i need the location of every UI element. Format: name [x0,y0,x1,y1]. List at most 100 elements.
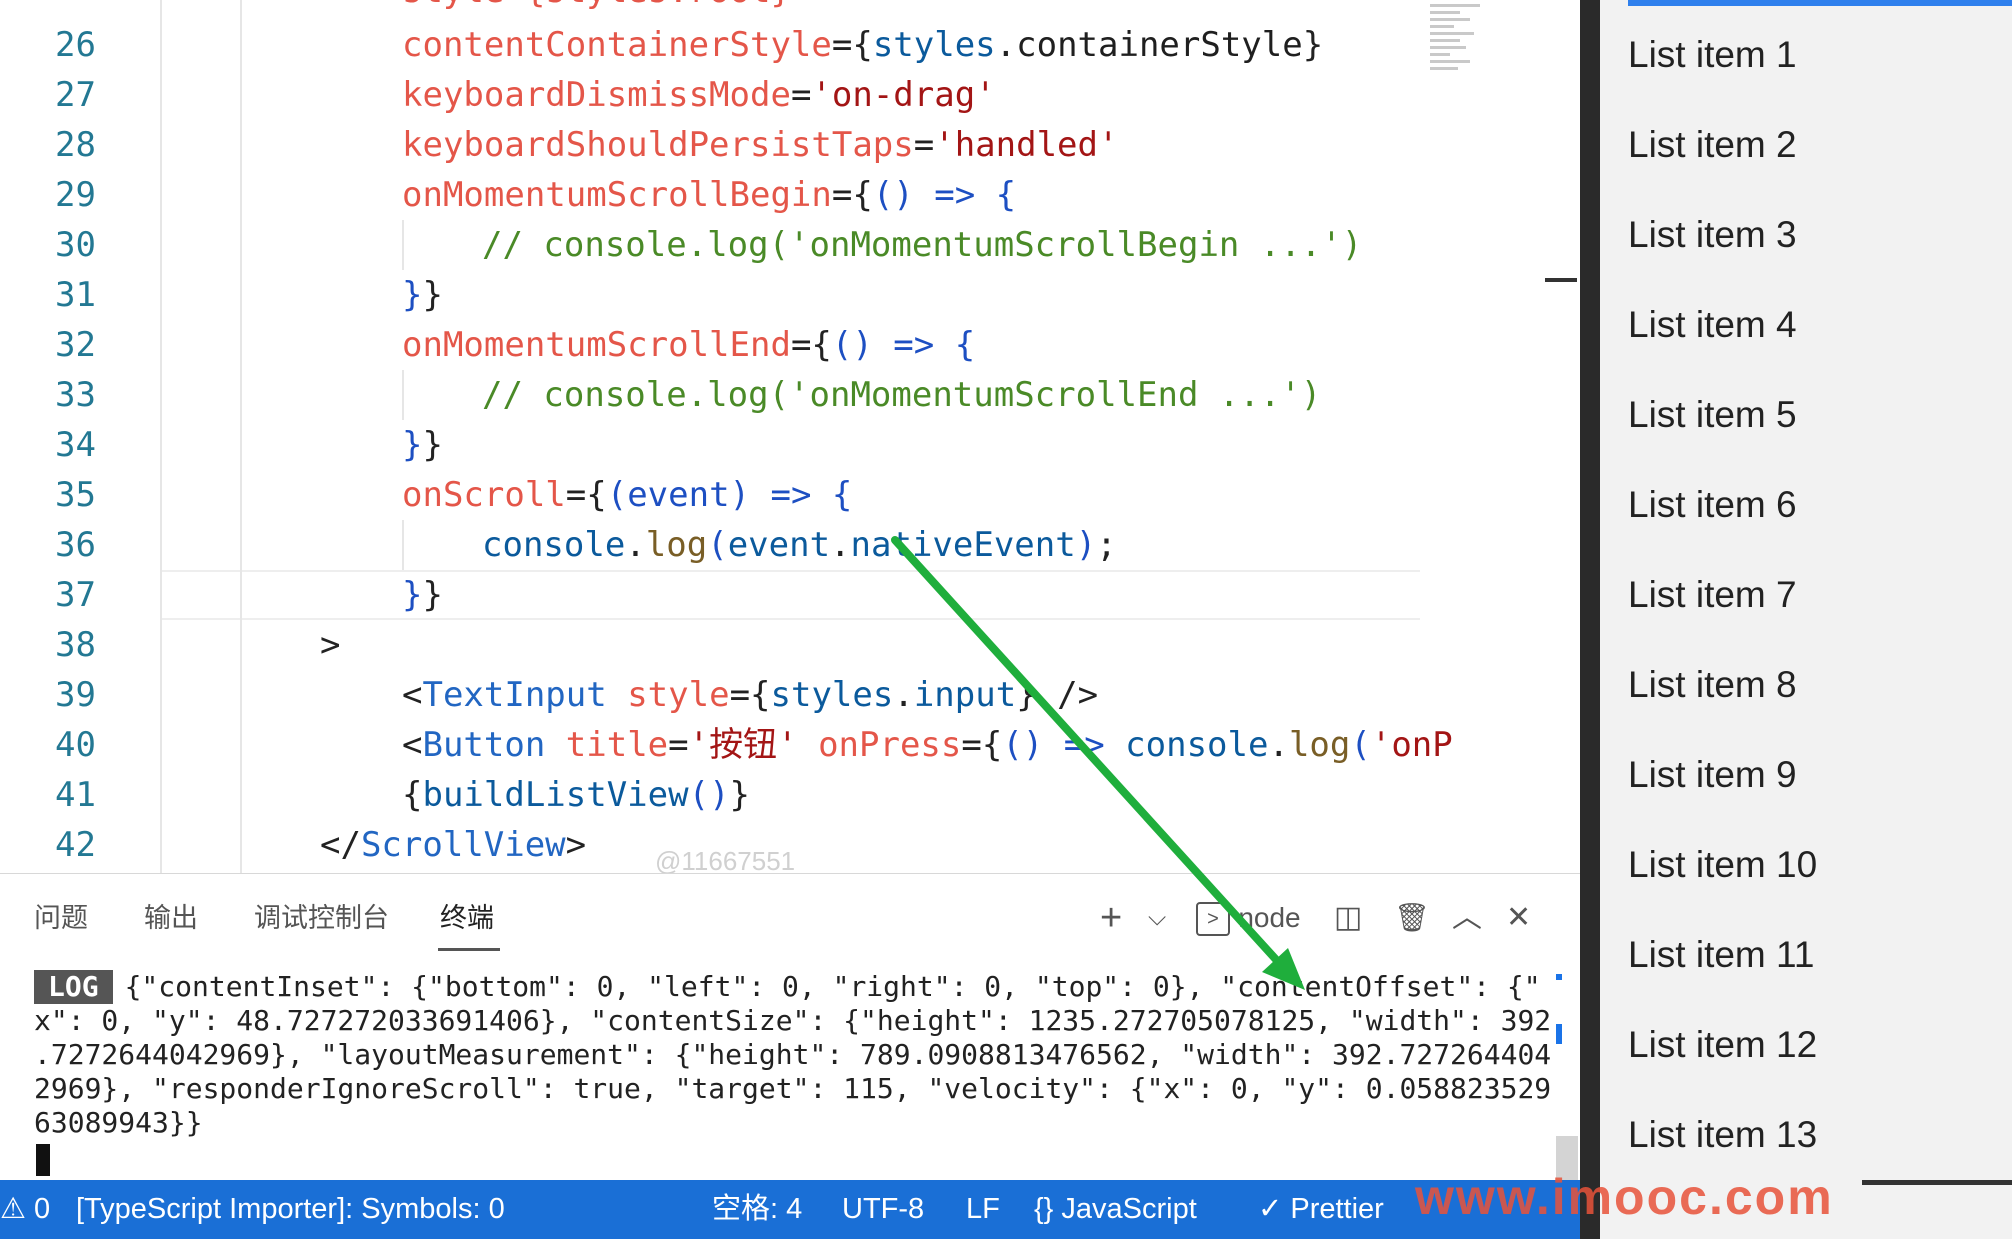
code-token: > [320,625,341,665]
line-number: 33 [55,375,96,415]
code-token: } /> [1016,675,1099,715]
code-token: = [790,75,812,115]
log-line: 63089943}} [34,1106,203,1139]
code-editor[interactable]: style={styles.root} 26 contentContainerSt… [0,0,1580,873]
list-item[interactable]: List item 3 [1628,210,1797,260]
line-number: 41 [55,775,96,815]
language-mode[interactable]: {} JavaScript [1034,1180,1197,1239]
code-token: ={ [831,25,873,65]
partial-top-line: style={styles.root} [402,0,791,16]
maximize-panel-icon[interactable]: ︿ [1452,898,1482,938]
code-token: ; [1096,525,1117,565]
close-panel-icon[interactable]: ✕ [1506,898,1531,938]
code-token: event [727,525,831,565]
chevron-down-icon[interactable]: ⌵ [1148,898,1166,938]
code-token: = [668,725,689,765]
problems-count[interactable]: ⚠ 0 [0,1180,50,1239]
phone-preview[interactable]: List item 1 List item 2 List item 3 List it… [1600,0,2012,1239]
terminal-output[interactable]: LOG {"contentInset": {"bottom": 0, "left"… [34,970,1551,1140]
code-line[interactable]: 27 keyboardDismissMode='on-drag' [0,70,1580,120]
code-token: } [402,275,423,315]
new-terminal-button[interactable]: + [1100,898,1122,938]
code-token: = [913,125,935,165]
code-token: onPress [818,725,962,765]
code-line[interactable]: 35 onScroll={(event) => { [0,470,1580,520]
code-token: ( [707,525,728,565]
list-item[interactable]: List item 6 [1628,480,1797,530]
code-text: onMomentumScrollEnd={() => { [402,320,975,370]
code-token: style [627,675,730,715]
tab-output[interactable]: 输出 [144,900,198,936]
indent-guide [402,370,404,420]
code-token: ={ [790,325,832,365]
code-line[interactable]: 37}} [0,570,1580,620]
code-line[interactable]: 29 onMomentumScrollBegin={() => { [0,170,1580,220]
code-token: } [422,425,443,465]
code-token: log [645,525,708,565]
code-token: input [913,675,1017,715]
code-token: > [565,825,587,865]
line-number: 42 [55,825,96,865]
line-number: 40 [55,725,96,765]
code-token: 'on-drag' [811,75,996,115]
line-number: 27 [55,75,96,115]
code-token: } [422,275,443,315]
minimap[interactable] [1430,0,1490,110]
code-line[interactable]: 31}} [0,270,1580,320]
code-line[interactable]: 36 console.log(event.nativeEvent); [0,520,1580,570]
code-line[interactable]: 41 {buildListView()} [0,770,1580,820]
code-token: '按钮' [688,725,798,765]
list-item[interactable]: List item 12 [1628,1020,1817,1070]
code-token: () => [1002,725,1126,765]
code-token: TextInput [422,675,607,715]
active-tab-indicator [438,948,500,951]
code-text: keyboardShouldPersistTaps='handled' [402,120,1118,170]
code-line[interactable]: 39 <TextInput style={styles.input} /> [0,670,1580,720]
code-text: <Button title='按钮' onPress={() => consol… [402,720,1453,770]
code-line[interactable]: 38 > [0,620,1580,670]
code-line[interactable]: 32 onMomentumScrollEnd={() => { [0,320,1580,370]
tab-problems[interactable]: 问题 [34,900,88,936]
list-item[interactable]: List item 4 [1628,300,1797,350]
typescript-importer-status[interactable]: [TypeScript Importer]: Symbols: 0 [76,1180,505,1239]
indent-guide [160,0,162,873]
code-token: } [1302,25,1324,65]
code-token: </ [320,825,361,865]
trash-icon[interactable]: 🗑 [1394,898,1430,938]
code-text: onMomentumScrollBegin={() => { [402,170,1016,220]
code-line[interactable]: 40 <Button title='按钮' onPress={() => cons… [0,720,1580,770]
list-item[interactable]: List item 11 [1628,930,1814,980]
tab-terminal[interactable]: 终端 [440,900,494,936]
code-token: contentContainerStyle [402,25,832,65]
terminal-selector[interactable]: > node [1196,898,1301,938]
code-line[interactable]: 30 // console.log('onMomentumScrollBegin … [0,220,1580,270]
code-token: ={ [565,475,607,515]
tab-debug-console[interactable]: 调试控制台 [254,900,389,936]
split-terminal-icon[interactable]: ◫ [1334,898,1362,938]
code-line[interactable]: 33 // console.log('onMomentumScrollEnd ..… [0,370,1580,420]
list-item[interactable]: List item 10 [1628,840,1817,890]
code-token: onMomentumScrollEnd [402,325,791,365]
indentation-status[interactable]: 空格: 4 [712,1180,802,1239]
code-token: buildListView [422,775,689,815]
code-line[interactable]: 26 contentContainerStyle={styles.containe… [0,20,1580,70]
list-item[interactable]: List item 1 [1628,30,1797,80]
list-item[interactable]: List item 9 [1628,750,1797,800]
list-item[interactable]: List item 13 [1628,1110,1817,1160]
code-token: () => { [831,325,976,365]
editor-scroll-marker[interactable] [1545,278,1577,282]
terminal-name: node [1238,902,1301,933]
code-text: </ScrollView> [320,820,586,870]
list-item[interactable]: List item 8 [1628,660,1797,710]
list-item[interactable]: List item 7 [1628,570,1797,620]
encoding-status[interactable]: UTF-8 [842,1180,924,1239]
code-line[interactable]: 34}} [0,420,1580,470]
eol-status[interactable]: LF [966,1180,1000,1239]
list-item[interactable]: List item 5 [1628,390,1797,440]
code-line[interactable]: 28 keyboardShouldPersistTaps='handled' [0,120,1580,170]
list-item[interactable]: List item 2 [1628,120,1797,170]
prettier-status[interactable]: ✓ Prettier [1258,1180,1384,1239]
indent-guide [240,0,242,873]
log-badge: LOG [34,970,113,1004]
